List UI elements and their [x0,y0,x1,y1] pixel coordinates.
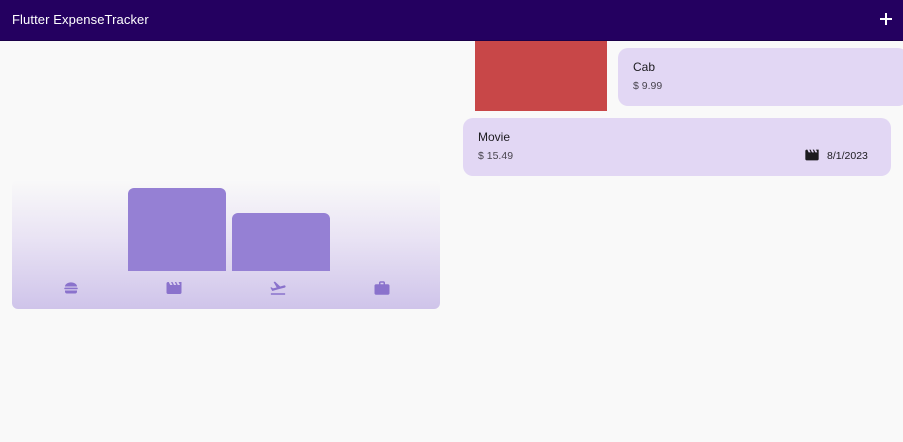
dismiss-background [475,41,607,111]
hamburger-icon [64,282,78,294]
app-bar: Flutter ExpenseTracker [0,0,903,41]
movie-clapper-icon [166,282,182,294]
expense-amount: $ 9.99 [633,80,663,92]
briefcase-icon [374,281,390,295]
expenses-chart [12,180,440,309]
add-expense-button[interactable] [875,8,897,30]
chart-bar-travel [232,213,330,271]
expense-title: Movie [478,130,511,144]
expense-date: 8/1/2023 [827,150,868,162]
chart-bar-leisure [128,188,226,271]
chart-bars [12,180,440,271]
expense-title: Cab [633,60,656,74]
flight-takeoff-icon [270,281,286,295]
expense-item-movie[interactable]: Movie $ 15.49 8/1/2023 [463,118,891,176]
movie-clapper-icon [805,149,819,161]
expense-item-cab[interactable]: Cab $ 9.99 [618,48,903,106]
expense-amount: $ 15.49 [478,150,514,162]
app-title: Flutter ExpenseTracker [12,12,149,27]
